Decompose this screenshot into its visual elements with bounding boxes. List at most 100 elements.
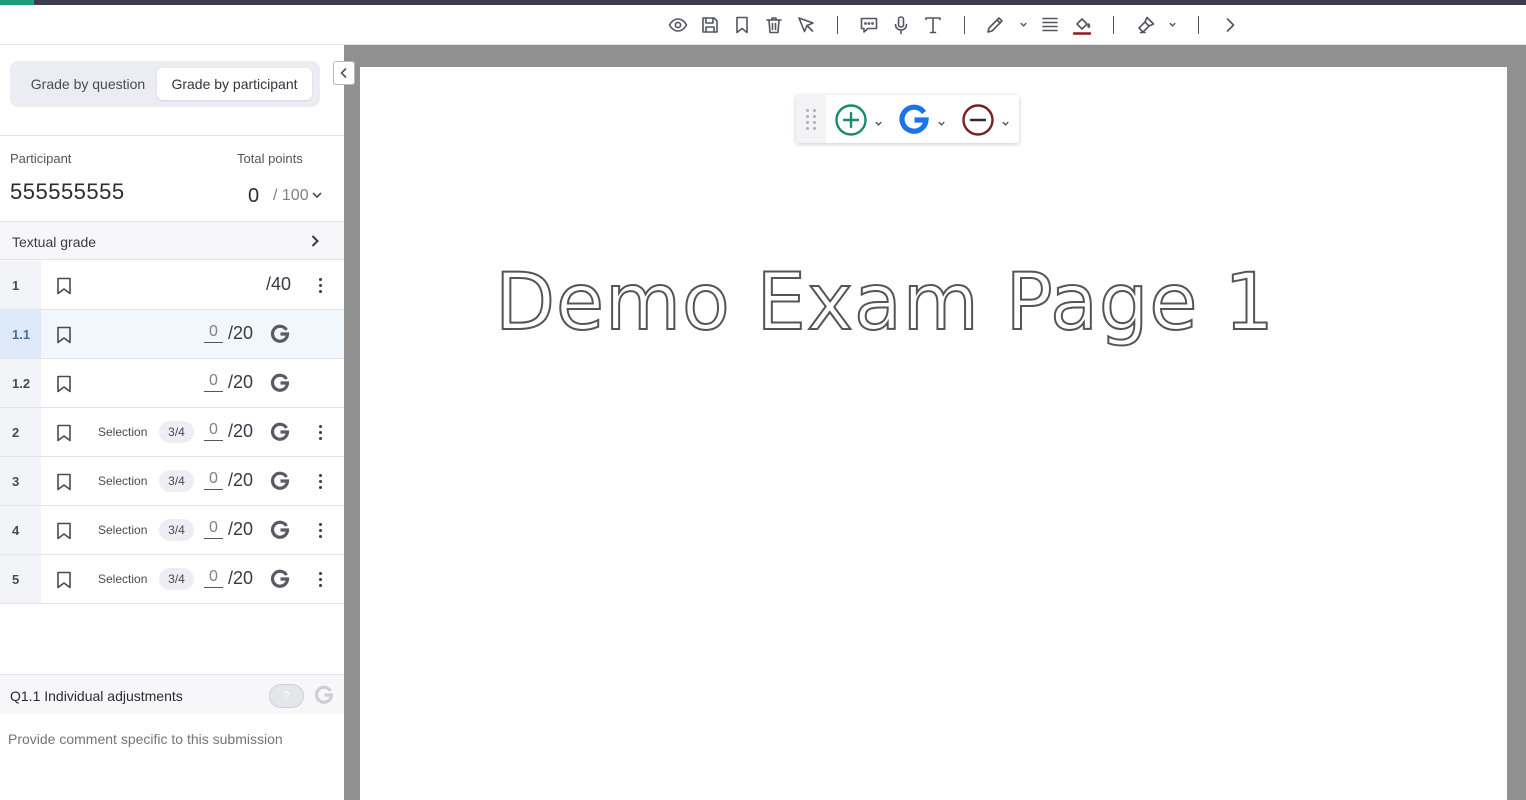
question-max-points: /20 xyxy=(228,519,254,539)
grading-sidebar: Grade by question Grade by participant P… xyxy=(0,45,344,800)
question-number: 1.1 xyxy=(0,310,41,358)
total-points-label: Total points xyxy=(237,151,303,166)
chevron-down-icon[interactable] xyxy=(937,115,947,126)
bookmark-icon[interactable] xyxy=(56,424,72,442)
question-number: 1.2 xyxy=(0,359,41,407)
mark-toolbar xyxy=(796,95,1019,143)
pencil-options-chevron-icon[interactable] xyxy=(1017,18,1029,30)
question-max-points: /20 xyxy=(228,470,254,490)
question-max-points: /20 xyxy=(228,568,254,588)
deduct-points-icon[interactable] xyxy=(961,103,995,137)
selection-label: Selection xyxy=(98,572,148,586)
chevron-left-icon xyxy=(340,67,347,79)
question-max-points: /40 xyxy=(266,274,292,294)
selection-label: Selection xyxy=(98,425,148,439)
text-icon[interactable] xyxy=(921,13,945,37)
question-row[interactable]: 1 /40 xyxy=(0,261,344,310)
more-options-icon[interactable] xyxy=(313,422,327,442)
more-options-icon[interactable] xyxy=(313,569,327,589)
question-row[interactable]: 3 Selection 3/4 0 /20 xyxy=(0,457,344,506)
score-input[interactable]: 0 xyxy=(204,568,223,588)
grading-mode-switch: Grade by question Grade by participant xyxy=(10,61,320,107)
selection-badge: 3/4 xyxy=(159,519,194,541)
score-input[interactable]: 0 xyxy=(204,372,223,392)
total-score: 0 xyxy=(248,185,260,207)
question-number: 3 xyxy=(0,457,41,505)
question-row[interactable]: 1.2 0 /20 xyxy=(0,359,344,408)
question-number: 5 xyxy=(0,555,41,603)
score-input[interactable]: 0 xyxy=(204,421,223,441)
bookmark-icon[interactable] xyxy=(56,473,72,491)
participant-label: Participant xyxy=(10,151,72,166)
g-grade-icon xyxy=(314,685,334,705)
comment-icon[interactable] xyxy=(857,13,881,37)
bookmark-icon[interactable] xyxy=(730,13,754,37)
drag-handle-icon[interactable] xyxy=(796,95,826,143)
trash-icon[interactable] xyxy=(762,13,786,37)
question-max-points: /20 xyxy=(228,372,254,392)
question-row[interactable]: 1.1 0 /20 xyxy=(0,310,344,359)
more-options-icon[interactable] xyxy=(313,520,327,540)
adjustments-title: Q1.1 Individual adjustments xyxy=(10,688,183,704)
score-input[interactable]: 0 xyxy=(204,470,223,490)
g-grade-icon[interactable] xyxy=(270,471,290,491)
submission-comment-input[interactable] xyxy=(8,731,334,747)
question-row[interactable]: 4 Selection 3/4 0 /20 xyxy=(0,506,344,555)
selection-badge: 3/4 xyxy=(159,568,194,590)
selection-label: Selection xyxy=(98,523,148,537)
adjustments-toggle[interactable]: ? xyxy=(269,684,304,708)
google-grade-icon[interactable] xyxy=(897,103,931,137)
grade-by-participant-tab[interactable]: Grade by participant xyxy=(157,68,312,100)
more-options-icon[interactable] xyxy=(313,275,327,295)
bookmark-icon[interactable] xyxy=(56,375,72,393)
add-points-icon[interactable] xyxy=(834,103,868,137)
toolbar-separator xyxy=(837,16,838,34)
selection-badge: 3/4 xyxy=(159,470,194,492)
selection-label: Selection xyxy=(98,474,148,488)
chevron-right-icon xyxy=(308,234,322,248)
toolbar-separator xyxy=(1113,16,1114,34)
question-row[interactable]: 5 Selection 3/4 0 /20 xyxy=(0,555,344,604)
g-grade-icon[interactable] xyxy=(270,422,290,442)
fill-color-icon[interactable] xyxy=(1070,13,1094,37)
score-input[interactable]: 0 xyxy=(204,519,223,539)
eye-icon[interactable] xyxy=(666,13,690,37)
stamp-options-chevron-icon[interactable] xyxy=(1166,18,1178,30)
grade-by-question-tab[interactable]: Grade by question xyxy=(18,68,158,100)
pencil-icon[interactable] xyxy=(983,13,1007,37)
divider xyxy=(0,135,344,136)
individual-adjustments-header: Q1.1 Individual adjustments ? xyxy=(0,674,344,714)
g-grade-icon[interactable] xyxy=(270,324,290,344)
stamp-icon[interactable] xyxy=(1134,13,1158,37)
textual-grade-row[interactable]: Textual grade xyxy=(0,221,344,260)
question-number: 4 xyxy=(0,506,41,554)
chevron-down-icon[interactable] xyxy=(874,115,884,126)
toolbar-separator xyxy=(964,16,965,34)
microphone-icon[interactable] xyxy=(889,13,913,37)
chevron-right-icon[interactable] xyxy=(1218,13,1242,37)
exam-page[interactable] xyxy=(360,67,1507,800)
bookmark-icon[interactable] xyxy=(56,571,72,589)
g-grade-icon[interactable] xyxy=(270,373,290,393)
selection-badge: 3/4 xyxy=(159,421,194,443)
score-input[interactable]: 0 xyxy=(204,323,223,343)
question-number: 2 xyxy=(0,408,41,456)
g-grade-icon[interactable] xyxy=(270,569,290,589)
chevron-down-icon[interactable] xyxy=(1001,115,1011,126)
g-grade-icon[interactable] xyxy=(270,520,290,540)
more-options-icon[interactable] xyxy=(313,471,327,491)
question-row[interactable]: 2 Selection 3/4 0 /20 xyxy=(0,408,344,457)
bookmark-icon[interactable] xyxy=(56,326,72,344)
total-max: / 100 xyxy=(273,187,309,204)
pointer-icon[interactable] xyxy=(794,13,818,37)
collapse-sidebar-button[interactable] xyxy=(333,61,355,85)
question-max-points: /20 xyxy=(228,421,254,441)
bookmark-icon[interactable] xyxy=(56,522,72,540)
toolbar-separator xyxy=(1198,16,1199,34)
question-number: 1 xyxy=(0,261,41,309)
lines-icon[interactable] xyxy=(1038,13,1062,37)
textual-grade-label: Textual grade xyxy=(12,234,97,250)
chevron-down-icon[interactable] xyxy=(311,188,325,202)
bookmark-icon[interactable] xyxy=(56,277,72,295)
save-icon[interactable] xyxy=(698,13,722,37)
